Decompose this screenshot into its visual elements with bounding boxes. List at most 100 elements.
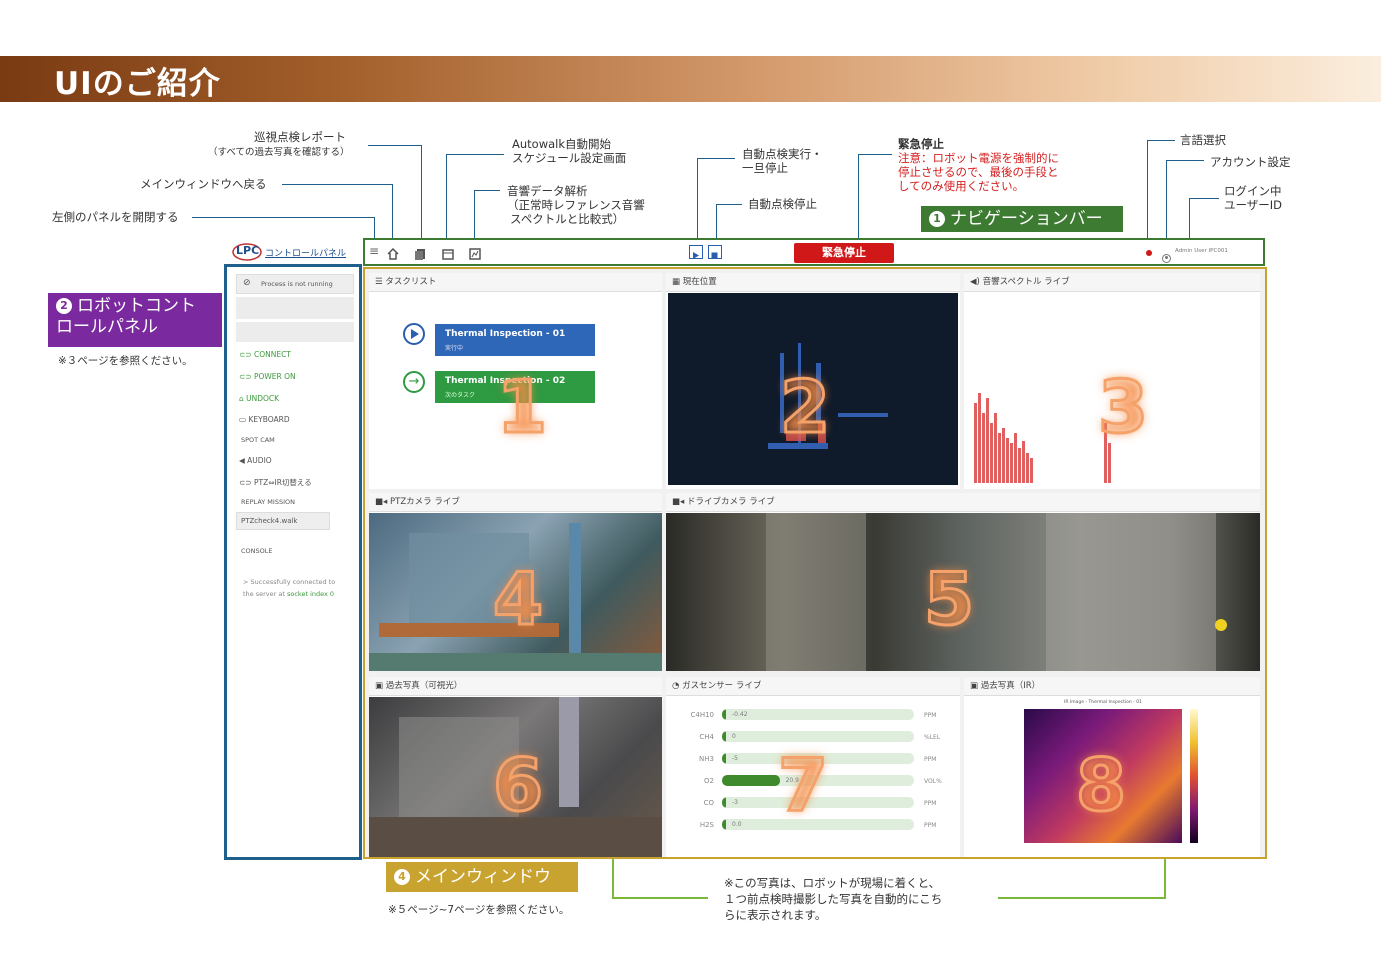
calendar-icon[interactable] xyxy=(442,245,454,264)
report-icon[interactable] xyxy=(415,245,427,264)
audio-label: AUDIO xyxy=(247,456,272,465)
annotation-login-1: ログイン中 xyxy=(1224,184,1282,198)
gas-sensor-unit: PPM xyxy=(924,800,937,807)
connector-line xyxy=(697,158,735,159)
gas-sensor-bar-fill xyxy=(722,753,726,764)
power-on-button[interactable]: ⊂⊃ POWER ON xyxy=(239,372,296,381)
ptz-ir-toggle[interactable]: ⊂⊃ PTZ⇔IR切替える xyxy=(239,477,312,488)
gas-sensor-name: CO xyxy=(703,799,714,807)
connector-line xyxy=(446,154,504,155)
panel-header: ▦ 現在位置 xyxy=(666,273,960,292)
home-icon[interactable] xyxy=(387,245,399,264)
panel-header: ■◂ ドライブカメラ ライブ xyxy=(666,493,1260,512)
past-photo-visible-panel: ▣ 過去写真（可視光） 6 xyxy=(369,677,662,857)
annotation-back-main: メインウィンドウへ戻る xyxy=(140,177,267,191)
connect-label: CONNECT xyxy=(253,350,291,359)
connector-line xyxy=(858,154,892,155)
mission-select[interactable]: PTZcheck4.walk xyxy=(236,512,330,530)
console-line-3-text: socket index 0 xyxy=(287,590,335,598)
spot-cam-heading: SPOT CAM xyxy=(241,436,275,444)
panel-title: PTZカメラ ライブ xyxy=(390,497,460,507)
stop-button[interactable] xyxy=(708,245,722,259)
user-id: Admin User IPC001 xyxy=(1175,248,1228,254)
panel-title: 過去写真（IR） xyxy=(980,681,1041,691)
task-status: 次のタスク xyxy=(445,392,476,399)
connector-line xyxy=(446,154,447,247)
panel-title: ドライブカメラ ライブ xyxy=(687,497,775,507)
panel-title: 現在位置 xyxy=(682,277,717,287)
connect-button[interactable]: ⊂⊃ CONNECT xyxy=(239,350,291,359)
audio-analysis-icon[interactable] xyxy=(469,245,481,264)
task-list-panel: ☰ タスクリスト Thermal Inspection - 01 実行中 → T… xyxy=(369,273,662,489)
panel-number: 1 xyxy=(495,364,548,451)
play-pause-button[interactable] xyxy=(689,245,703,259)
gas-sensor-value: -5 xyxy=(732,755,738,762)
gas-sensor-panel: ◔ ガスセンサー ライブ C4H10 -0.42 PPM CH4 0 %LEL NH3 -5 P… xyxy=(666,677,960,857)
panel-title: ガスセンサー ライブ xyxy=(682,681,762,691)
logo-text: LPC xyxy=(236,244,260,257)
gas-sensor-name: C4H10 xyxy=(690,711,714,719)
audio-button[interactable]: ◀ AUDIO xyxy=(239,456,272,465)
ir-plot-title: IR Image - Thermal Inspection - 01 xyxy=(1064,700,1142,705)
next-arrow-icon[interactable]: → xyxy=(403,371,425,393)
panel-title: タスクリスト xyxy=(385,277,437,287)
ir-colorbar xyxy=(1190,709,1198,843)
list-icon: ☰ xyxy=(375,277,383,287)
gas-sensor-bar-fill xyxy=(722,775,780,786)
undock-button[interactable]: ⌂ UNDOCK xyxy=(239,394,279,403)
connector-line xyxy=(998,897,1166,899)
annotation-auto-run-1: 自動点検実行・ xyxy=(742,147,823,161)
audio-spectrum-panel: ◀) 音響スペクトル ライブ 3 xyxy=(964,273,1260,489)
panel-number: 5 xyxy=(922,556,975,643)
emergency-stop-button[interactable]: 緊急停止 xyxy=(794,243,894,263)
panel-number: 8 xyxy=(1074,742,1127,829)
toggle-icon: ⊂⊃ xyxy=(239,372,252,381)
task-name: Thermal Inspection - 01 xyxy=(445,329,566,339)
gas-sensor-value: -0.42 xyxy=(732,711,748,718)
connector-line xyxy=(421,145,422,247)
connector-line xyxy=(368,145,422,146)
menu-icon[interactable]: ≡ xyxy=(369,244,379,258)
undock-label: UNDOCK xyxy=(246,394,280,403)
panel-title: 過去写真（可視光） xyxy=(385,681,463,691)
drive-camera-panel: ■◂ ドライブカメラ ライブ 5 xyxy=(666,493,1260,671)
gas-sensor-name: O2 xyxy=(704,777,714,785)
annotation-auto-run-2: 一旦停止 xyxy=(742,161,788,175)
gas-sensor-name: NH3 xyxy=(699,755,714,763)
annotation-audio-1: 音響データ解析 xyxy=(507,184,588,198)
connector-line xyxy=(282,184,392,185)
robot-panel-tag-label-2: ロールパネル xyxy=(56,317,158,337)
panel-header: ◀) 音響スペクトル ライブ xyxy=(964,273,1260,292)
task-item-current[interactable]: Thermal Inspection - 01 実行中 xyxy=(435,324,595,356)
gas-sensor-bar: -0.42 xyxy=(722,709,914,720)
robot-control-panel: ⊘ Process is not running ⊂⊃ CONNECT ⊂⊃ P… xyxy=(224,264,362,860)
blocked-icon: ⊘ xyxy=(243,278,251,288)
connector-line xyxy=(1166,160,1167,248)
navigation-bar: ≡ 緊急停止 Admin User IPC001 xyxy=(363,238,1265,266)
ptz-ir-label: PTZ⇔IR切替える xyxy=(253,478,312,487)
logo: LPC xyxy=(232,242,262,262)
language-flag-icon[interactable] xyxy=(1146,250,1152,256)
annotation-autowalk-1: Autowalk自動開始 xyxy=(512,137,612,151)
annotation-patrol-report: 巡視点検レポート xyxy=(254,130,346,144)
panel-header: ▣ 過去写真（IR） xyxy=(964,677,1260,696)
gas-sensor-unit: VOL% xyxy=(924,778,942,785)
power-on-label: POWER ON xyxy=(253,372,296,381)
annotation-ref-bottom: ※５ページ~7ページを参照ください。 xyxy=(388,904,570,916)
nav-tag-label: ナビゲーションバー xyxy=(950,209,1103,229)
gas-sensor-name: H2S xyxy=(699,821,714,829)
nav-tag-number: 1 xyxy=(929,211,945,227)
keyboard-button[interactable]: ▭ KEYBOARD xyxy=(239,415,290,424)
account-icon[interactable] xyxy=(1162,248,1171,267)
home-icon: ⌂ xyxy=(239,394,244,403)
control-panel-link[interactable]: コントロールパネル xyxy=(265,246,346,259)
empty-slot xyxy=(236,322,354,342)
annotation-photo-note-3: らに表示されます。 xyxy=(724,908,827,922)
image-icon: ▣ xyxy=(970,681,979,691)
play-circle-icon[interactable] xyxy=(403,323,425,345)
annotation-estop-2: 停止させるので、最後の手段と xyxy=(898,165,1059,179)
annotation-estop-3: してのみ使用ください。 xyxy=(898,179,1025,193)
robot-panel-tag-label-1: ロボットコント xyxy=(77,296,196,316)
robot-panel-tag: 2 ロボットコント ロールパネル xyxy=(48,293,222,347)
gas-sensor-value: 0 xyxy=(732,733,736,740)
